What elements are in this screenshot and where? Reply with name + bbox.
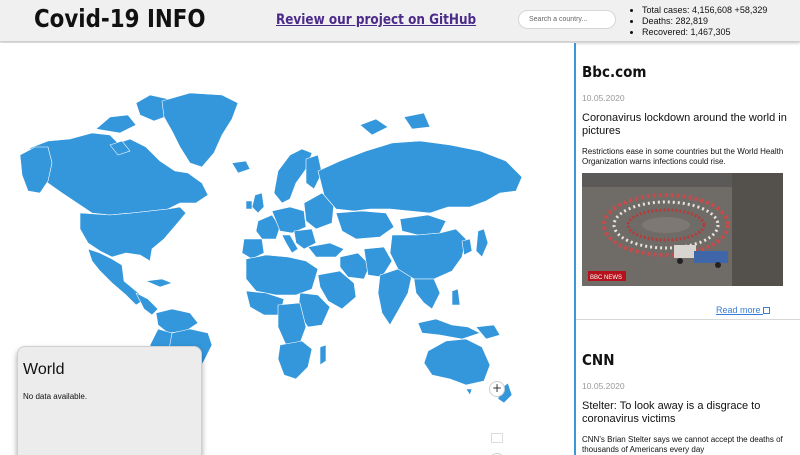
country-north-africa[interactable] — [245, 254, 319, 296]
country-mexico[interactable] — [87, 248, 147, 306]
zoom-in-button[interactable]: + — [489, 381, 505, 397]
country-russia[interactable] — [317, 140, 523, 214]
article-description: CNN's Brian Stelter says we cannot accep… — [582, 435, 783, 454]
country-alaska[interactable] — [19, 146, 53, 194]
article-source: Bbc.com — [582, 63, 647, 81]
article-headline[interactable]: Stelter: To look away is a disgrace to c… — [582, 400, 794, 426]
bbc-news-badge-text: BBC NEWS — [590, 275, 622, 281]
stats-list: Total cases: 4,156,608 +58,329 Deaths: 2… — [628, 5, 767, 38]
news-feed[interactable]: Bbc.com 10.05.2020 Coronavirus lockdown … — [576, 43, 800, 455]
zoom-reset-button[interactable] — [491, 433, 503, 443]
country-russia-islands[interactable] — [359, 112, 431, 136]
country-greenland[interactable] — [161, 92, 239, 168]
country-turkey[interactable] — [307, 242, 345, 258]
info-panel-title: World — [23, 361, 65, 378]
total-cases-stat: Total cases: 4,156,608 +58,329 — [642, 5, 767, 16]
article-separator — [576, 319, 800, 320]
country-india[interactable] — [377, 268, 413, 326]
country-southeast-asia[interactable] — [413, 278, 441, 310]
world-map[interactable]: World No data available. + − — [0, 43, 575, 455]
country-uk[interactable] — [251, 192, 265, 214]
deaths-stat: Deaths: 282,819 — [642, 16, 767, 27]
country-papua[interactable] — [475, 324, 501, 340]
read-more-link[interactable]: Read more — [716, 305, 770, 315]
country-info-panel: World No data available. — [17, 346, 202, 455]
article-source: CNN — [582, 351, 615, 369]
read-more-label: Read more — [715, 305, 761, 315]
country-central-africa[interactable] — [277, 302, 307, 346]
top-header: Covid-19 INFO Review our project on GitH… — [0, 0, 800, 42]
country-japan[interactable] — [475, 228, 489, 258]
country-mongolia[interactable] — [399, 214, 447, 236]
country-philippines[interactable] — [451, 288, 461, 306]
external-link-icon — [763, 307, 770, 314]
github-link[interactable]: Review our project on GitHub — [276, 12, 476, 28]
country-kazakhstan[interactable] — [335, 210, 395, 240]
app-title: Covid-19 INFO — [34, 4, 206, 33]
country-ireland[interactable] — [245, 200, 253, 210]
article-date: 10.05.2020 — [582, 381, 625, 391]
article-image: BBC NEWS — [582, 173, 783, 286]
country-korea[interactable] — [461, 238, 473, 256]
country-iceland[interactable] — [231, 160, 251, 174]
article-photo-svg: BBC NEWS — [582, 173, 783, 286]
news-article: CNN 10.05.2020 Stelter: To look away is … — [582, 351, 794, 455]
country-tasmania[interactable] — [465, 388, 473, 396]
info-panel-text: No data available. — [23, 392, 88, 401]
country-madagascar[interactable] — [319, 344, 327, 366]
country-indonesia[interactable] — [417, 318, 481, 340]
country-cuba[interactable] — [145, 278, 173, 288]
article-date: 10.05.2020 — [582, 93, 625, 103]
country-australia[interactable] — [423, 338, 491, 386]
article-headline[interactable]: Coronavirus lockdown around the world in… — [582, 112, 794, 138]
recovered-stat: Recovered: 1,467,305 — [642, 27, 767, 38]
country-search-input[interactable] — [518, 10, 616, 29]
article-description: Restrictions ease in some countries but … — [582, 147, 784, 166]
news-article: Bbc.com 10.05.2020 Coronavirus lockdown … — [582, 63, 794, 286]
country-southern-africa[interactable] — [277, 340, 313, 380]
country-central-america[interactable] — [135, 292, 159, 316]
